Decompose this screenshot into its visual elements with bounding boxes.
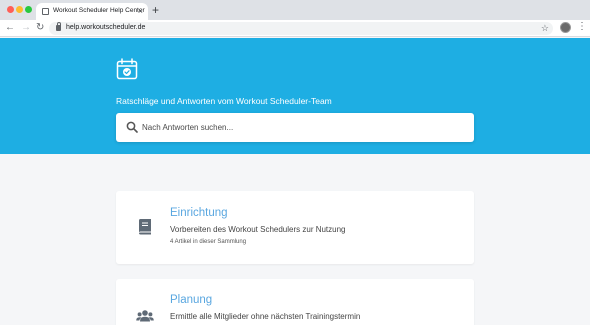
collection-title[interactable]: Planung: [170, 294, 212, 306]
tab-close-icon[interactable]: ×: [138, 5, 143, 17]
bookmark-star-icon[interactable]: ☆: [541, 22, 549, 35]
users-icon: [136, 310, 154, 322]
back-arrow-icon[interactable]: ←: [5, 22, 15, 34]
collection-description: Ermittle alle Mitglieder ohne nächsten T…: [170, 312, 361, 321]
browser-toolbar: ← → ↻ help.workoutscheduler.de ☆: [0, 20, 590, 37]
window-minimize-button[interactable]: [16, 6, 23, 13]
collection-title[interactable]: Einrichtung: [170, 207, 228, 219]
favicon-icon: [42, 8, 49, 15]
collection-article-count: 4 Artikel in dieser Sammlung: [170, 239, 247, 245]
hero-header: Ratschläge und Antworten vom Workout Sch…: [0, 38, 590, 154]
book-icon: [139, 219, 151, 235]
search-input[interactable]: [142, 120, 462, 135]
url-text[interactable]: help.workoutscheduler.de: [66, 24, 145, 31]
search-icon: [126, 121, 138, 133]
collection-description: Vorbereiten des Workout Schedulers zur N…: [170, 225, 346, 234]
hero-tagline: Ratschläge und Antworten vom Workout Sch…: [116, 96, 332, 106]
lock-icon: [56, 22, 61, 31]
collection-card-planung[interactable]: Planung Ermittle alle Mitglieder ohne nä…: [116, 279, 474, 325]
tab-title: Workout Scheduler Help Center: [53, 7, 145, 14]
window-close-button[interactable]: [7, 6, 14, 13]
address-bar[interactable]: help.workoutscheduler.de ☆: [49, 22, 553, 35]
browser-tab-bar: Workout Scheduler Help Center × +: [0, 0, 590, 20]
profile-avatar[interactable]: [560, 22, 571, 33]
collection-card-einrichtung[interactable]: Einrichtung Vorbereiten des Workout Sche…: [116, 191, 474, 264]
search-box[interactable]: [116, 113, 474, 142]
browser-tab[interactable]: Workout Scheduler Help Center ×: [36, 3, 148, 20]
calendar-check-logo-icon[interactable]: [116, 58, 138, 80]
forward-arrow-icon[interactable]: →: [21, 22, 31, 34]
browser-menu-icon[interactable]: ⋮: [577, 21, 587, 33]
window-maximize-button[interactable]: [25, 6, 32, 13]
reload-icon[interactable]: ↻: [36, 22, 44, 34]
new-tab-button[interactable]: +: [152, 3, 159, 17]
